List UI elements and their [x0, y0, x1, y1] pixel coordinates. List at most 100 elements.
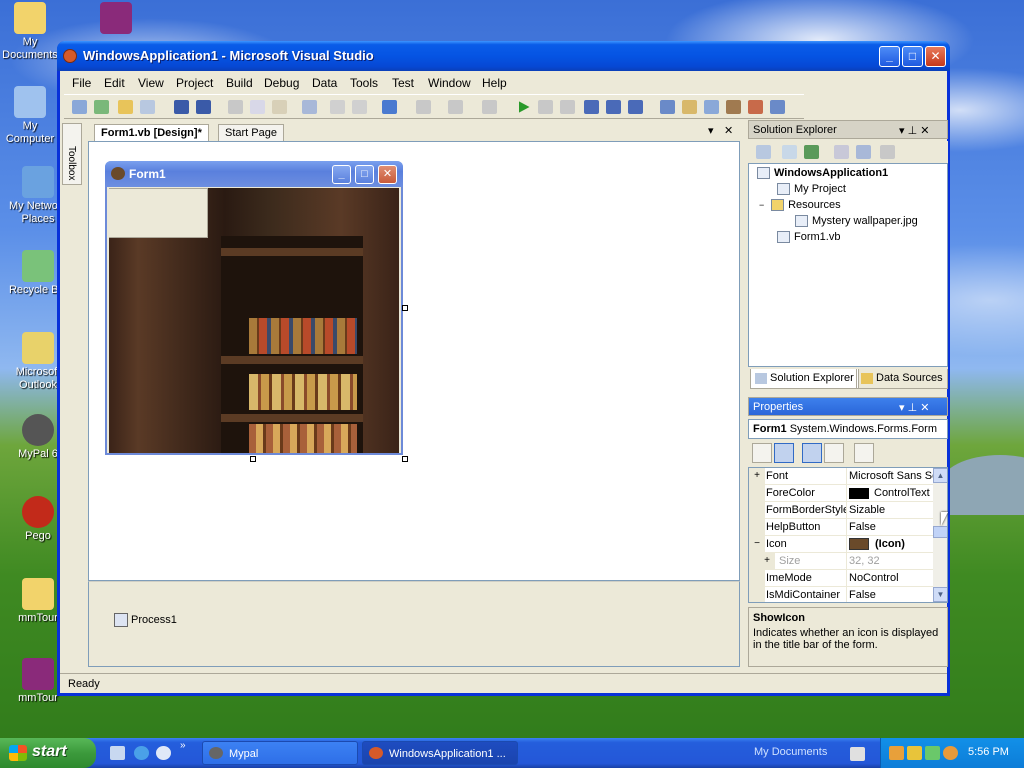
internet-explorer-icon[interactable] — [134, 746, 149, 760]
tray-app-icon[interactable] — [889, 746, 904, 760]
object-browser-icon[interactable] — [748, 100, 763, 114]
properties-view-icon[interactable] — [802, 443, 822, 463]
view-designer-icon[interactable] — [856, 145, 871, 159]
desktop-icon-my-documents[interactable]: My Documents — [0, 2, 60, 62]
uncomment-icon[interactable] — [352, 100, 367, 114]
tab-solution-explorer[interactable]: Solution Explorer — [750, 369, 859, 389]
property-row-font[interactable]: + Font Microsoft Sans Se — [749, 468, 933, 485]
undo-icon[interactable] — [382, 100, 397, 114]
property-value[interactable]: NoControl — [847, 570, 933, 587]
solution-explorer-window-controls[interactable]: ▾ ⊥ ✕ — [899, 124, 929, 137]
navigate-forward-icon[interactable] — [482, 100, 497, 114]
desktop-icon-winrar[interactable] — [86, 2, 146, 36]
menu-debug[interactable]: Debug — [264, 76, 299, 90]
network-tray-icon[interactable] — [925, 746, 940, 760]
stop-icon[interactable] — [560, 100, 575, 114]
resize-handle-right[interactable] — [402, 305, 408, 311]
save-icon[interactable] — [174, 100, 189, 114]
property-value[interactable]: (Icon) — [847, 536, 933, 553]
step-into-icon[interactable] — [584, 100, 599, 114]
property-row-forecolor[interactable]: ForeColor ControlText — [749, 485, 933, 502]
menu-data[interactable]: Data — [312, 76, 337, 90]
save-all-icon[interactable] — [196, 100, 211, 114]
property-row-helpbutton[interactable]: HelpButton False — [749, 519, 933, 536]
property-pages-icon[interactable] — [854, 443, 874, 463]
property-row-ismdicontainer[interactable]: IsMdiContainer False — [749, 587, 933, 602]
close-document-button[interactable]: ✕ — [724, 124, 733, 137]
paste-icon[interactable] — [272, 100, 287, 114]
object-selector[interactable]: Form1 System.Windows.Forms.Form — [748, 419, 948, 439]
step-out-icon[interactable] — [628, 100, 643, 114]
security-shield-icon[interactable] — [907, 746, 922, 760]
scroll-thumb[interactable] — [933, 526, 947, 538]
cut-icon[interactable] — [228, 100, 243, 114]
window-titlebar[interactable]: WindowsApplication1 - Microsoft Visual S… — [57, 41, 950, 71]
tree-item-resources[interactable]: − Resources — [759, 199, 841, 212]
tree-item-my-project[interactable]: My Project — [777, 183, 846, 196]
minimize-button[interactable]: _ — [879, 46, 900, 67]
solution-explorer-icon[interactable] — [682, 100, 697, 114]
add-new-item-icon[interactable] — [140, 100, 155, 114]
open-file-icon[interactable] — [118, 100, 133, 114]
maximize-button[interactable]: □ — [902, 46, 923, 67]
step-over-icon[interactable] — [606, 100, 621, 114]
tree-item-form1[interactable]: Form1.vb — [777, 231, 840, 244]
property-grid-scrollbar[interactable]: ▲ ▼ — [933, 468, 947, 602]
find-in-files-icon[interactable] — [660, 100, 675, 114]
my-documents-toolbar[interactable]: My Documents — [754, 746, 827, 758]
navigate-back-icon[interactable] — [448, 100, 463, 114]
keyboard-icon[interactable] — [850, 747, 865, 761]
pause-icon[interactable] — [538, 100, 553, 114]
collapse-icon[interactable]: − — [749, 536, 765, 553]
alphabetical-icon[interactable] — [774, 443, 794, 463]
property-value[interactable]: Sizable — [847, 502, 933, 519]
menu-view[interactable]: View — [138, 76, 164, 90]
resize-handle-bottom[interactable] — [250, 456, 256, 462]
taskbar-button-visual-studio[interactable]: WindowsApplication1 ... — [362, 741, 518, 765]
tree-item-solution[interactable]: WindowsApplication1 — [757, 167, 888, 180]
events-icon[interactable] — [824, 443, 844, 463]
tree-item-wallpaper[interactable]: Mystery wallpaper.jpg — [795, 215, 918, 228]
search-icon[interactable] — [943, 746, 958, 760]
property-value[interactable]: ControlText — [847, 485, 933, 502]
taskbar-button-mypal[interactable]: Mypal — [202, 741, 358, 765]
add-item-icon[interactable] — [94, 100, 109, 114]
scroll-up-icon[interactable]: ▲ — [933, 468, 947, 483]
menu-edit[interactable]: Edit — [104, 76, 125, 90]
properties-icon[interactable] — [756, 145, 771, 159]
process1-component[interactable]: Process1 — [114, 613, 177, 627]
menu-window[interactable]: Window — [428, 76, 471, 90]
property-row-formborderstyle[interactable]: FormBorderStyle Sizable — [749, 502, 933, 519]
property-value[interactable]: Microsoft Sans Se — [847, 468, 933, 485]
find-icon[interactable] — [302, 100, 317, 114]
property-row-size[interactable]: + Size 32, 32 — [749, 553, 933, 570]
form1-preview[interactable]: Form1 _ □ ✕ — [105, 161, 403, 455]
tab-form1-design[interactable]: Form1.vb [Design]* — [94, 124, 209, 141]
resize-handle-corner[interactable] — [402, 456, 408, 462]
properties-header[interactable]: Properties ▾ ⊥ ✕ — [748, 397, 948, 416]
media-player-icon[interactable] — [156, 746, 171, 760]
new-project-icon[interactable] — [72, 100, 87, 114]
label-control-placeholder[interactable] — [109, 188, 208, 238]
property-value[interactable]: False — [847, 519, 933, 536]
properties-window-icon[interactable] — [704, 100, 719, 114]
property-value[interactable]: False — [847, 587, 933, 602]
menu-help[interactable]: Help — [482, 76, 507, 90]
collapse-icon[interactable]: − — [759, 200, 768, 210]
menu-project[interactable]: Project — [176, 76, 213, 90]
show-desktop-icon[interactable] — [110, 746, 125, 760]
properties-window-controls[interactable]: ▾ ⊥ ✕ — [899, 401, 929, 414]
property-row-imemode[interactable]: ImeMode NoControl — [749, 570, 933, 587]
start-debugging-icon[interactable] — [519, 101, 530, 113]
close-button[interactable]: ✕ — [925, 46, 946, 67]
toolbox-icon[interactable] — [726, 100, 741, 114]
comment-icon[interactable] — [330, 100, 345, 114]
start-page-icon[interactable] — [770, 100, 785, 114]
menu-build[interactable]: Build — [226, 76, 253, 90]
show-all-files-icon[interactable] — [782, 145, 797, 159]
expand-icon[interactable]: + — [749, 468, 765, 485]
menu-tools[interactable]: Tools — [350, 76, 378, 90]
start-button[interactable]: start — [0, 738, 96, 768]
solution-explorer-header[interactable]: Solution Explorer ▾ ⊥ ✕ — [748, 120, 948, 139]
menu-test[interactable]: Test — [392, 76, 414, 90]
